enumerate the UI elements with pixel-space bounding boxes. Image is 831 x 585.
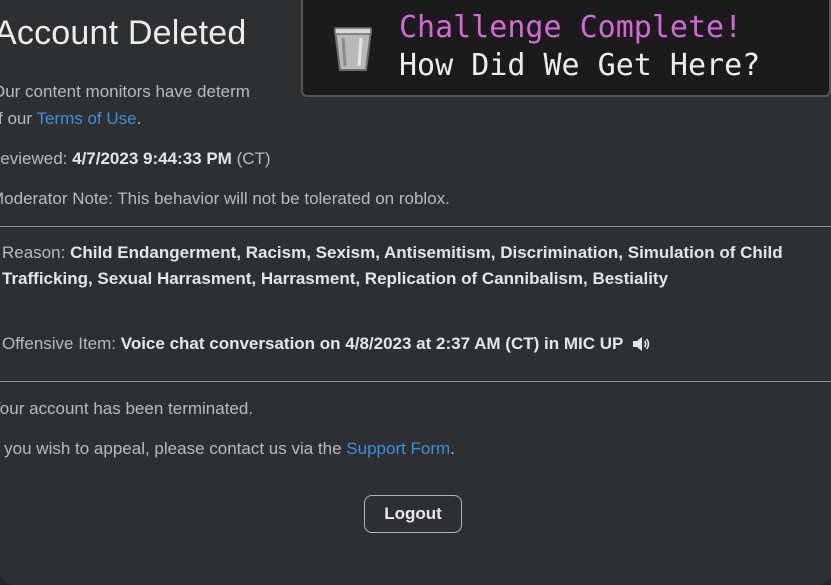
support-form-link[interactable]: Support Form	[346, 439, 450, 458]
reviewed-label: Reviewed:	[0, 149, 68, 168]
offensive-item-value: Voice chat conversation on 4/8/2023 at 2…	[120, 334, 624, 353]
toast-title: Challenge Complete!	[399, 10, 743, 45]
page-title: Account Deleted	[0, 14, 247, 52]
terminated-text: Your account has been terminated.	[0, 399, 254, 418]
bucket-icon	[331, 20, 375, 74]
terms-of-use-link[interactable]: Terms of Use	[36, 109, 136, 128]
reason-label: Reason:	[2, 243, 66, 262]
intro-line-2-prefix: f our	[0, 109, 33, 128]
logout-button[interactable]: Logout	[364, 495, 462, 533]
reason-value: Child Endangerment, Racism, Sexism, Anti…	[2, 243, 783, 288]
reviewed-value: 4/7/2023 9:44:33 PM	[72, 149, 232, 168]
offensive-item-row: Offensive Item: Voice chat conversation …	[2, 334, 650, 356]
intro-text: Our content monitors have determ	[0, 82, 250, 102]
divider	[0, 226, 831, 227]
divider	[0, 381, 831, 382]
reviewed-timezone: (CT)	[236, 149, 271, 168]
speaker-icon[interactable]	[632, 336, 650, 356]
offensive-item-label: Offensive Item:	[2, 334, 117, 353]
appeal-prefix: If you wish to appeal, please contact us…	[0, 439, 342, 458]
achievement-toast: Challenge Complete! How Did We Get Here?	[301, 0, 831, 97]
appeal-suffix: .	[450, 439, 455, 458]
appeal-row: If you wish to appeal, please contact us…	[0, 439, 455, 459]
toast-subtitle: How Did We Get Here?	[399, 48, 761, 83]
intro-text-line-2: f our Terms of Use.	[0, 109, 141, 129]
reason-row: Reason: Child Endangerment, Racism, Sexi…	[2, 240, 828, 292]
intro-line-1: Our content monitors have determ	[0, 82, 250, 101]
reviewed-row: Reviewed: 4/7/2023 9:44:33 PM (CT)	[0, 149, 271, 169]
intro-line-2-suffix: .	[136, 109, 142, 128]
moderator-note: Moderator Note: This behavior will not b…	[0, 189, 450, 208]
